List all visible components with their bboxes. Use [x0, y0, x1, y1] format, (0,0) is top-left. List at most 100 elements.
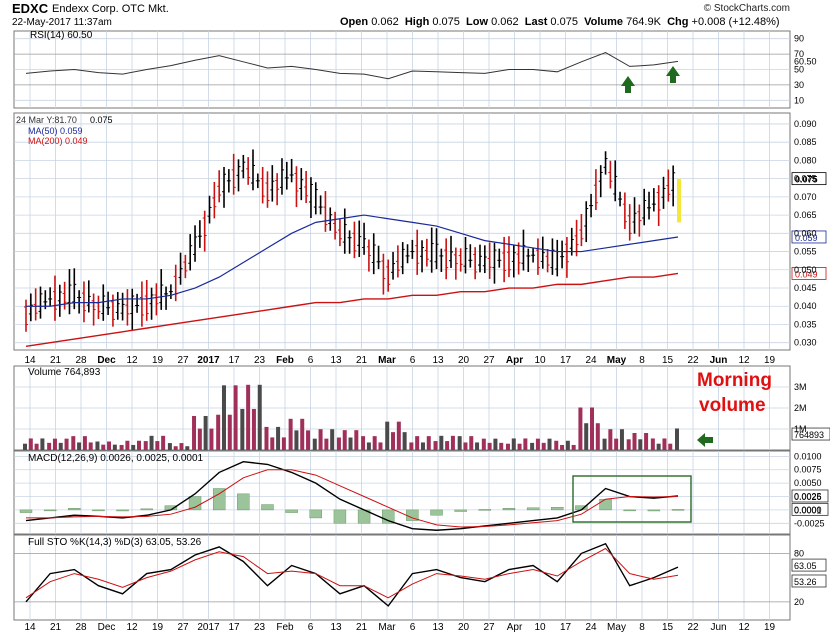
macd-tick-label: -0.0025: [794, 518, 825, 528]
price-tick-label: 0.065: [794, 210, 817, 220]
volume-bar: [554, 440, 559, 450]
x-tick-label-bottom: 15: [662, 622, 674, 633]
stock-chart-page: EDXC Endexx Corp. OTC Mkt. 22-May-2017 1…: [0, 0, 830, 635]
volume-bar: [348, 437, 353, 450]
price-tick-label: 0.040: [794, 301, 817, 311]
volume-bar: [23, 443, 27, 450]
volume-bar: [668, 443, 673, 450]
volume-bar: [185, 446, 190, 450]
macd-histogram-bar: [502, 508, 516, 511]
volume-bar: [450, 435, 455, 450]
price-tick-label: 0.050: [794, 265, 817, 275]
macd-histogram-bar: [116, 509, 129, 512]
macd-histogram-bar: [430, 509, 443, 516]
volume-bar: [192, 415, 197, 450]
volume-bar: [197, 428, 202, 450]
price-tick-label: 0.085: [794, 137, 817, 147]
x-tick-label: 15: [662, 355, 674, 366]
volume-bar: [505, 443, 510, 450]
macd-histogram-bar: [599, 498, 612, 511]
volume-bar: [251, 408, 256, 450]
volume-bar: [445, 441, 450, 450]
x-tick-label: 19: [764, 355, 776, 366]
volume-bar: [656, 443, 661, 450]
volume-bar: [82, 436, 87, 450]
x-tick-label-bottom: 13: [432, 622, 444, 633]
macd-histogram-bar: [92, 509, 105, 512]
x-tick-label: May: [607, 355, 627, 366]
price-date-label: 24 Mar Y:81.70: [16, 115, 77, 125]
x-tick-label-bottom: 21: [356, 622, 368, 633]
morning-annotation-line1: Morning: [697, 370, 772, 391]
macd-histogram-bar: [551, 507, 564, 511]
macd-histogram-bar: [43, 509, 57, 512]
volume-bar: [71, 436, 76, 450]
volume-bar: [119, 444, 124, 450]
volume-bar: [565, 440, 570, 450]
x-tick-label-bottom: Jun: [710, 622, 726, 633]
x-tick-label-bottom: 8: [639, 622, 645, 633]
x-tick-label-bottom: 23: [254, 622, 266, 633]
volume-bar: [324, 438, 329, 450]
volume-bar: [523, 438, 528, 450]
x-tick-label: 2017: [197, 355, 220, 366]
volume-bar: [318, 429, 323, 450]
volume-bar: [391, 432, 396, 450]
sto-badge: 63.05: [794, 561, 817, 571]
volume-bar: [257, 384, 262, 450]
volume-bar: [227, 414, 232, 450]
volume-bar: [372, 436, 377, 450]
volume-bar: [619, 429, 624, 450]
price-tick-label: 0.055: [794, 247, 817, 257]
volume-tick-label: 1M: [794, 424, 807, 434]
rsi-panel-label: RSI(14) 60.50: [30, 30, 93, 41]
volume-bar: [246, 384, 251, 450]
volume-bar: [64, 438, 69, 450]
volume-bar: [396, 421, 401, 450]
x-tick-label-bottom: Mar: [378, 622, 396, 633]
volume-bar: [632, 432, 637, 450]
volume-bar: [216, 414, 221, 450]
volume-bar: [675, 428, 679, 450]
price-tick-label: 0.075: [794, 174, 817, 184]
price-tick-label: 0.045: [794, 283, 817, 293]
x-tick-label: 8: [639, 355, 645, 366]
volume-bar: [136, 440, 141, 450]
x-tick-label: 17: [228, 355, 240, 366]
x-tick-label: 24: [585, 355, 597, 366]
x-tick-label-bottom: 22: [687, 622, 699, 633]
rsi-tick-label: 70: [794, 49, 804, 59]
rsi-tick-label: 30: [794, 80, 804, 90]
volume-bar: [481, 438, 486, 450]
volume-bar: [457, 436, 462, 450]
volume-bar: [590, 407, 595, 450]
price-close-label: 0.075: [90, 115, 113, 125]
macd-histogram-bar: [526, 507, 540, 511]
volume-bar: [107, 441, 112, 450]
volume-bar: [330, 429, 335, 450]
macd-histogram-bar: [188, 496, 202, 511]
volume-bar: [179, 443, 184, 450]
macd-histogram-bar: [285, 509, 298, 513]
volume-bar: [378, 442, 383, 450]
volume-bar: [52, 438, 57, 450]
volume-bar: [203, 415, 208, 450]
volume-bar: [47, 442, 52, 450]
volume-bar: [155, 441, 160, 450]
volume-bar: [34, 443, 39, 450]
x-tick-label-bottom: 12: [126, 622, 138, 633]
rsi-tick-label: 50: [794, 65, 804, 75]
x-tick-label-bottom: 13: [330, 622, 342, 633]
ma50-legend: MA(50) 0.059: [28, 126, 83, 136]
x-tick-label: 19: [152, 355, 164, 366]
volume-bar: [125, 440, 130, 450]
x-tick-label-bottom: 2017: [197, 622, 220, 633]
macd-histogram-bar: [454, 509, 467, 512]
x-tick-label: 17: [560, 355, 572, 366]
volume-bar: [385, 421, 390, 450]
x-tick-label: Mar: [378, 355, 396, 366]
volume-bar: [595, 423, 600, 450]
volume-bar: [270, 437, 275, 450]
volume-bar: [240, 408, 245, 450]
volume-bar: [221, 385, 226, 450]
